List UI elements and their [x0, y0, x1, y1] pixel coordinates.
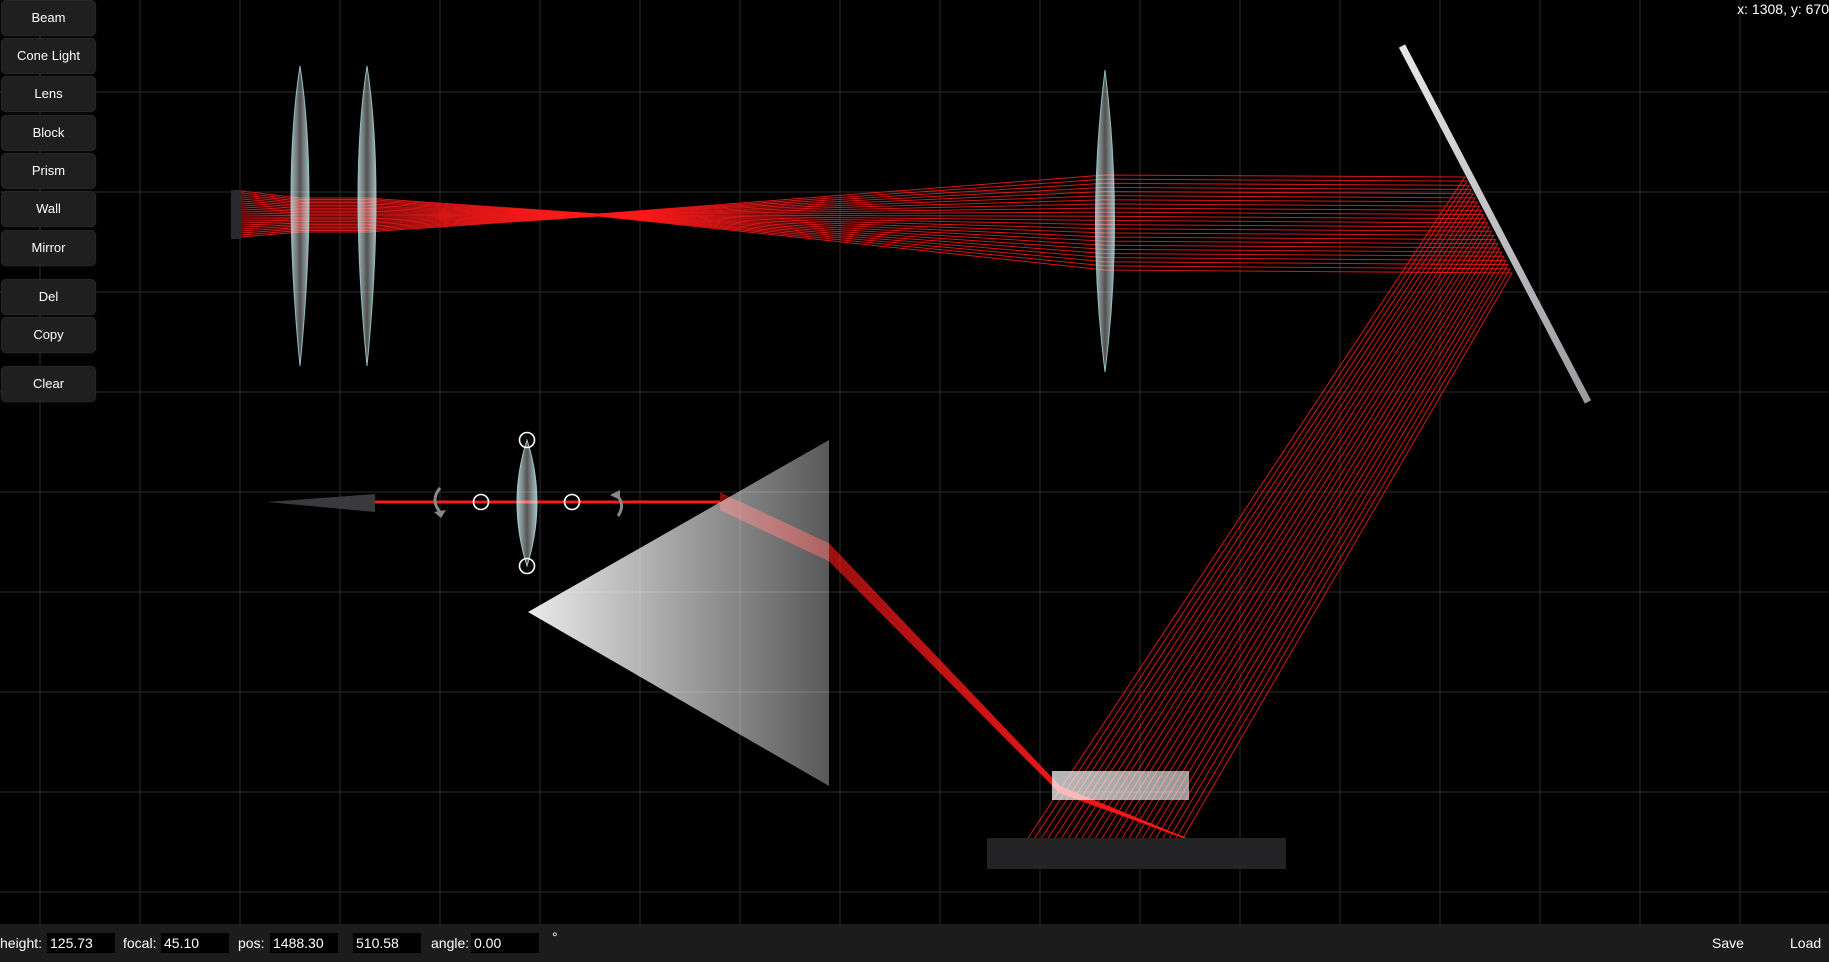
height-input[interactable]	[47, 933, 115, 953]
properties-bar: height: focal: pos: angle: ° Save Load	[0, 924, 1829, 962]
load-button[interactable]: Load	[1790, 924, 1821, 962]
prism-button[interactable]: Prism	[1, 153, 96, 189]
delete-button[interactable]: Del	[1, 279, 96, 315]
grid	[0, 0, 1829, 924]
ray	[240, 215, 1513, 839]
ray	[240, 191, 1475, 839]
light-rays	[240, 174, 1513, 839]
block-button[interactable]: Block	[1, 115, 96, 151]
ray	[240, 199, 1479, 839]
ray	[240, 178, 1468, 839]
ray	[240, 214, 1491, 839]
mirror-button[interactable]: Mirror	[1, 230, 96, 266]
ray	[240, 212, 1489, 839]
cone-light-source[interactable]	[267, 494, 375, 512]
mirror[interactable]	[1398, 44, 1592, 404]
ray	[240, 214, 1497, 839]
ray	[240, 215, 1507, 839]
cone-light-button[interactable]: Cone Light	[1, 38, 96, 74]
ray	[240, 206, 1483, 839]
angle-input[interactable]	[471, 933, 539, 953]
lens-1[interactable]	[290, 65, 310, 367]
cursor-coordinates: x: 1308, y: 670	[1737, 1, 1829, 17]
glass-block[interactable]	[1052, 771, 1189, 800]
beam-source[interactable]	[231, 190, 241, 239]
clear-button[interactable]: Clear	[1, 366, 96, 402]
focal-input[interactable]	[161, 933, 229, 953]
pos-x-input[interactable]	[270, 933, 338, 953]
wall-button[interactable]: Wall	[1, 191, 96, 227]
optics-canvas[interactable]	[0, 0, 1829, 962]
lens-button[interactable]: Lens	[1, 76, 96, 112]
ray	[240, 203, 1481, 839]
ray	[240, 214, 1493, 839]
beam-button[interactable]: Beam	[1, 0, 96, 36]
angle-label: angle:	[431, 935, 470, 951]
wall[interactable]	[987, 838, 1286, 869]
selected-lens[interactable]	[516, 438, 538, 568]
ray	[240, 214, 1499, 839]
copy-button[interactable]: Copy	[1, 317, 96, 353]
pos-label: pos:	[238, 935, 265, 951]
ray	[240, 215, 1503, 839]
height-label: height:	[0, 935, 43, 951]
pos-y-input[interactable]	[353, 933, 421, 953]
ray	[240, 186, 1473, 839]
focal-label: focal:	[123, 935, 157, 951]
lens-3[interactable]	[1095, 69, 1115, 373]
lens-2[interactable]	[357, 65, 377, 367]
degree-symbol: °	[552, 929, 558, 945]
ray	[240, 214, 1495, 839]
ray	[240, 214, 1501, 839]
save-button[interactable]: Save	[1712, 924, 1744, 962]
ray	[240, 215, 1509, 839]
ray	[240, 208, 1485, 839]
